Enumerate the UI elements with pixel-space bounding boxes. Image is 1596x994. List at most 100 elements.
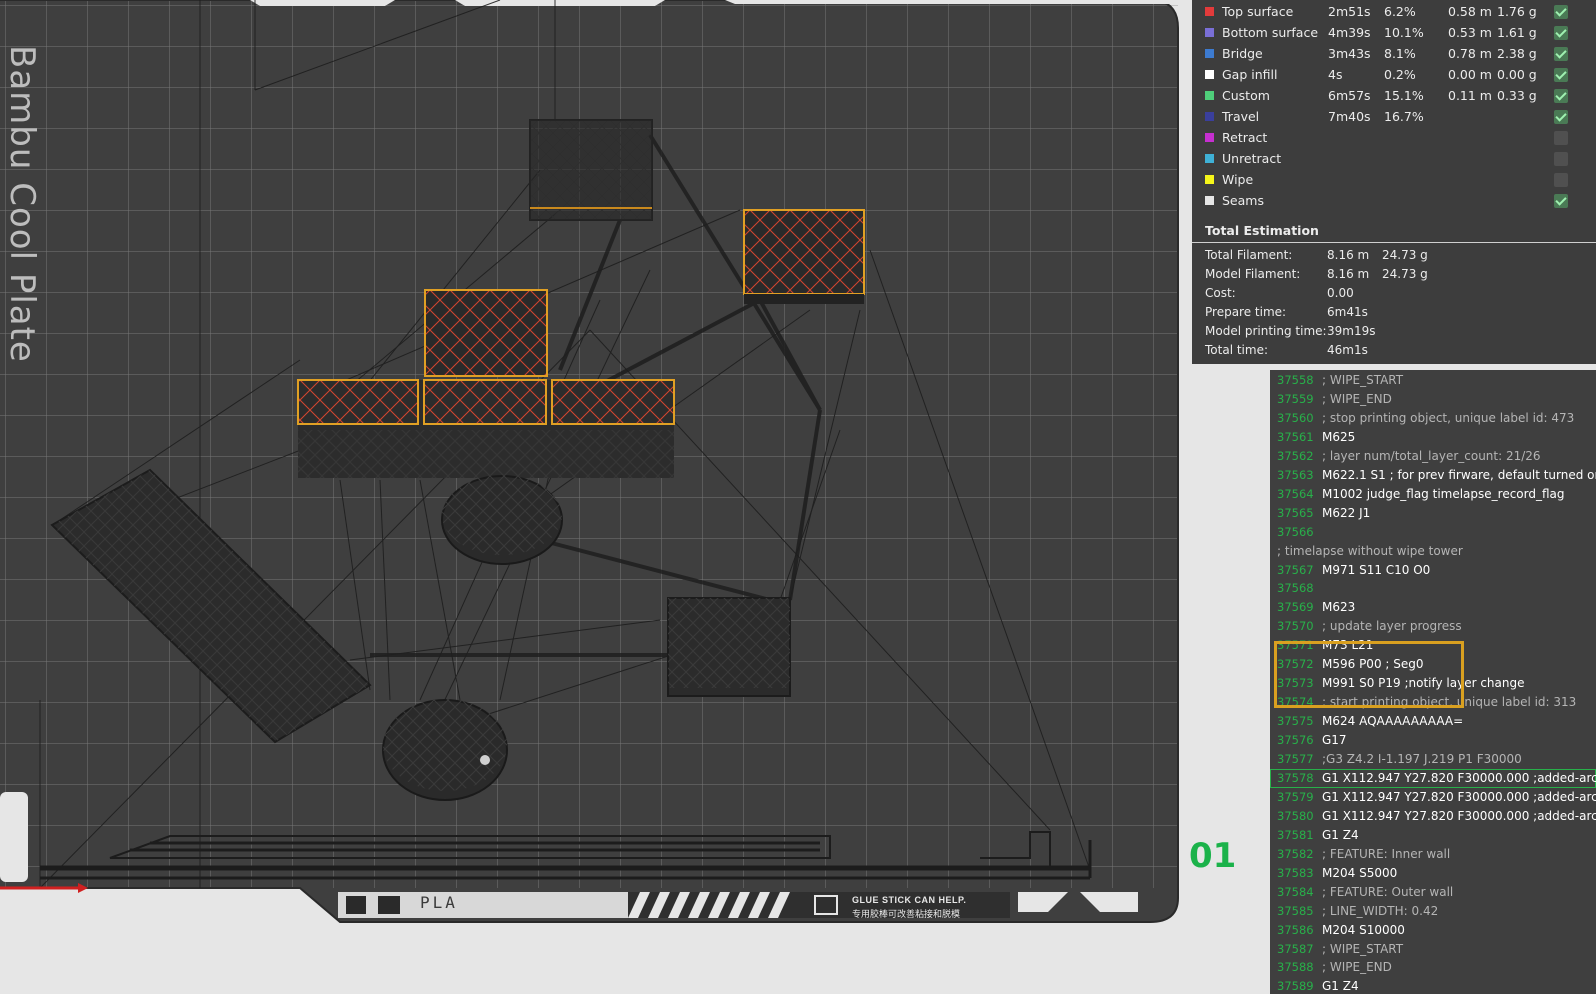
- gcode-text: M1002 judge_flag timelapse_record_flag: [1322, 486, 1565, 501]
- gcode-line[interactable]: 37568: [1270, 579, 1596, 598]
- gcode-line[interactable]: 37575 M624 AQAAAAAAAAA=: [1270, 712, 1596, 731]
- gcode-line[interactable]: 37574 ; start printing object, unique lab…: [1270, 693, 1596, 712]
- feature-length: 0.11 m: [1448, 88, 1492, 103]
- gcode-line[interactable]: 37583 M204 S5000: [1270, 864, 1596, 883]
- gcode-line[interactable]: 37584 ; FEATURE: Outer wall: [1270, 883, 1596, 902]
- legend-row[interactable]: Custom 6m57s 15.1% 0.11 m 0.33 g: [1192, 85, 1596, 106]
- visibility-checkbox[interactable]: [1554, 89, 1568, 103]
- color-swatch-icon: [1205, 70, 1214, 79]
- visibility-checkbox[interactable]: [1554, 173, 1568, 187]
- line-number: 37559: [1277, 391, 1314, 406]
- visibility-checkbox[interactable]: [1554, 110, 1568, 124]
- feature-time: 2m51s: [1328, 4, 1371, 19]
- legend-row[interactable]: Top surface 2m51s 6.2% 0.58 m 1.76 g: [1192, 1, 1596, 22]
- gcode-viewer[interactable]: 37558 ; WIPE_START 37559 ; WIPE_END 37560 ; s…: [1270, 370, 1596, 994]
- gcode-line[interactable]: 37566: [1270, 523, 1596, 542]
- gcode-line[interactable]: 37563 M622.1 S1 ; for prev firware, defau…: [1270, 466, 1596, 485]
- gcode-line[interactable]: 37582 ; FEATURE: Inner wall: [1270, 845, 1596, 864]
- feature-weight: 0.33 g: [1497, 88, 1537, 103]
- feature-weight: 1.61 g: [1497, 25, 1537, 40]
- estimation-value: 0.00: [1327, 286, 1354, 300]
- gcode-line[interactable]: 37585 ; LINE_WIDTH: 0.42: [1270, 902, 1596, 921]
- legend-row[interactable]: Unretract: [1192, 148, 1596, 169]
- gcode-line[interactable]: 37558 ; WIPE_START: [1270, 371, 1596, 390]
- color-swatch-icon: [1205, 154, 1214, 163]
- gcode-text: ; update layer progress: [1322, 619, 1462, 634]
- 3d-viewport[interactable]: Bambu Cool Plate PLA GLUE STICK CAN HELP…: [0, 0, 1196, 994]
- line-number: 37588: [1277, 960, 1314, 975]
- feature-length: 0.58 m: [1448, 4, 1492, 19]
- estimation-row: Cost: 0.00: [1192, 284, 1596, 303]
- print-plate-scene[interactable]: [0, 0, 1196, 994]
- gcode-line[interactable]: 37559 ; WIPE_END: [1270, 390, 1596, 409]
- visibility-checkbox[interactable]: [1554, 131, 1568, 145]
- gcode-text: G17: [1322, 733, 1347, 748]
- line-number: 37560: [1277, 410, 1314, 425]
- plate-number-badge[interactable]: 01: [1189, 836, 1236, 876]
- estimation-value: 46m1s: [1327, 343, 1368, 357]
- line-number: 37587: [1277, 941, 1314, 956]
- gcode-line[interactable]: 37586 M204 S10000: [1270, 921, 1596, 940]
- object-round-disc-lower: [382, 699, 508, 801]
- line-number: 37567: [1277, 562, 1314, 577]
- gcode-line[interactable]: 37571 M73 L21: [1270, 636, 1596, 655]
- gcode-text: G1 X112.947 Y27.820 F30000.000 ;added-ar…: [1322, 770, 1596, 785]
- gcode-line[interactable]: 37588 ; WIPE_END: [1270, 958, 1596, 977]
- line-number: 37584: [1277, 884, 1314, 899]
- object-right-box: [743, 209, 865, 304]
- gcode-line[interactable]: 37572 M596 P00 ; Seg0: [1270, 655, 1596, 674]
- gcode-line[interactable]: ; timelapse without wipe tower: [1270, 542, 1596, 561]
- gcode-line[interactable]: 37567 M971 S11 C10 O0: [1270, 561, 1596, 580]
- gcode-line[interactable]: 37564 M1002 judge_flag timelapse_record_f…: [1270, 485, 1596, 504]
- visibility-checkbox[interactable]: [1554, 152, 1568, 166]
- legend-row[interactable]: Gap infill 4s 0.2% 0.00 m 0.00 g: [1192, 64, 1596, 85]
- line-number: 37562: [1277, 448, 1314, 463]
- gcode-line[interactable]: 37573 M991 S0 P19 ;notify layer change: [1270, 674, 1596, 693]
- visibility-checkbox[interactable]: [1554, 194, 1568, 208]
- gcode-text: M624 AQAAAAAAAAA=: [1322, 714, 1464, 729]
- gcode-line[interactable]: 37569 M623: [1270, 598, 1596, 617]
- gcode-line[interactable]: 37570 ; update layer progress: [1270, 617, 1596, 636]
- feature-name: Unretract: [1222, 151, 1282, 166]
- line-number: 37586: [1277, 922, 1314, 937]
- line-number: 37570: [1277, 619, 1314, 634]
- gcode-line[interactable]: 37577 ;G3 Z4.2 I-1.197 J.219 P1 F30000: [1270, 750, 1596, 769]
- estimation-value-secondary: 24.73 g: [1382, 267, 1428, 281]
- visibility-checkbox[interactable]: [1554, 47, 1568, 61]
- gcode-line-selected[interactable]: 37578 G1 X112.947 Y27.820 F30000.000 ;add…: [1270, 768, 1596, 788]
- gcode-line[interactable]: 37589 G1 Z4: [1270, 977, 1596, 994]
- visibility-checkbox[interactable]: [1554, 68, 1568, 82]
- gcode-text: G1 Z4: [1322, 827, 1359, 842]
- legend-row[interactable]: Wipe: [1192, 169, 1596, 190]
- line-number: 37589: [1277, 979, 1314, 994]
- gcode-line[interactable]: 37579 G1 X112.947 Y27.820 F30000.000 ;add…: [1270, 788, 1596, 807]
- gcode-line[interactable]: 37561 M625: [1270, 428, 1596, 447]
- legend-row[interactable]: Seams: [1192, 190, 1596, 211]
- gcode-line[interactable]: 37560 ; stop printing object, unique labe…: [1270, 409, 1596, 428]
- line-number: 37575: [1277, 714, 1314, 729]
- total-estimation-heading: Total Estimation: [1205, 223, 1319, 238]
- legend-row[interactable]: Bridge 3m43s 8.1% 0.78 m 2.38 g: [1192, 43, 1596, 64]
- gcode-line[interactable]: 37587 ; WIPE_START: [1270, 940, 1596, 959]
- gcode-line[interactable]: 37576 G17: [1270, 731, 1596, 750]
- gcode-text: ; WIPE_END: [1322, 391, 1392, 406]
- gcode-line[interactable]: 37581 G1 Z4: [1270, 826, 1596, 845]
- gcode-line[interactable]: 37580 G1 X112.947 Y27.820 F30000.000 ;add…: [1270, 807, 1596, 826]
- legend-row[interactable]: Retract: [1192, 127, 1596, 148]
- color-swatch-icon: [1205, 196, 1214, 205]
- visibility-checkbox[interactable]: [1554, 26, 1568, 40]
- estimation-row: Total time: 46m1s: [1192, 341, 1596, 360]
- gcode-text: ;G3 Z4.2 I-1.197 J.219 P1 F30000: [1322, 752, 1522, 766]
- line-number: 37568: [1277, 581, 1314, 596]
- estimation-value: 6m41s: [1327, 305, 1368, 319]
- legend-row[interactable]: Bottom surface 4m39s 10.1% 0.53 m 1.61 g: [1192, 22, 1596, 43]
- object-round-disc-upper: [441, 475, 563, 565]
- legend-row[interactable]: Travel 7m40s 16.7%: [1192, 106, 1596, 127]
- gcode-line[interactable]: 37565 M622 J1: [1270, 504, 1596, 523]
- feature-name: Bottom surface: [1222, 25, 1319, 40]
- visibility-checkbox[interactable]: [1554, 5, 1568, 19]
- gcode-line[interactable]: 37562 ; layer num/total_layer_count: 21/2…: [1270, 447, 1596, 466]
- color-swatch-icon: [1205, 175, 1214, 184]
- estimation-value: 8.16 m: [1327, 248, 1370, 262]
- gcode-text: ; LINE_WIDTH: 0.42: [1322, 903, 1439, 918]
